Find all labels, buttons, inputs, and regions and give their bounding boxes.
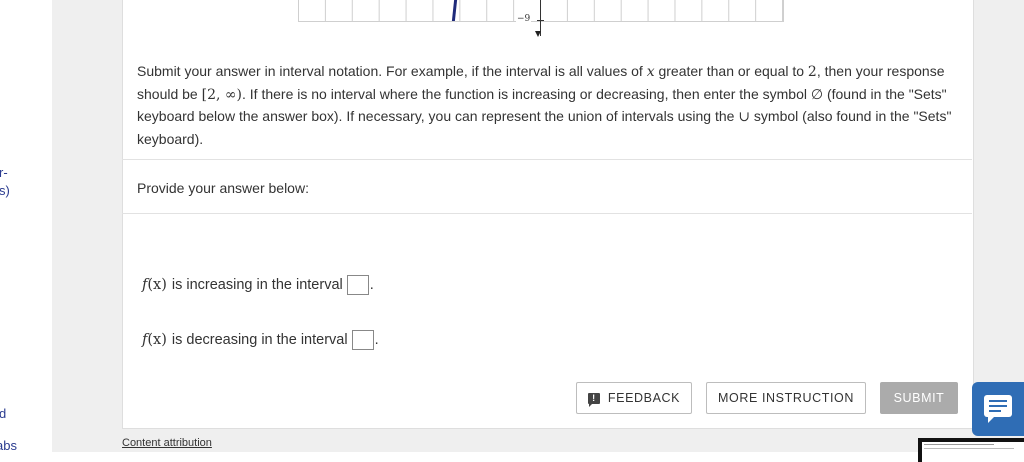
left-nav-panel: r- s) d abs <box>0 0 52 462</box>
nav-fragment[interactable]: s) <box>0 183 10 198</box>
chat-button[interactable] <box>972 382 1024 436</box>
function-arg: (x) <box>147 332 167 348</box>
period: . <box>369 277 374 293</box>
graph-grid <box>298 0 784 22</box>
y-axis-arrow-icon <box>535 31 541 37</box>
answer-prompt: Provide your answer below: <box>137 180 309 196</box>
more-instruction-button[interactable]: MORE INSTRUCTION <box>706 382 866 414</box>
nav-fragment[interactable]: abs <box>0 438 17 453</box>
example-interval: [2, ∞) <box>201 86 243 103</box>
thumbnail-page <box>922 442 1024 462</box>
section-divider <box>122 213 972 214</box>
decreasing-answer-row: f(x) is decreasing in the interval . <box>142 330 379 350</box>
more-instruction-label: MORE INSTRUCTION <box>718 391 854 405</box>
function-arg: (x) <box>147 277 167 293</box>
instructions-segment: . If there is no interval where the func… <box>242 85 811 102</box>
y-tick-label: −9 <box>516 14 532 24</box>
empty-set-symbol: ∅ <box>810 86 824 103</box>
content-attribution-link[interactable]: Content attribution <box>122 437 212 449</box>
bottom-strip <box>52 452 1024 462</box>
increasing-label: is increasing in the interval <box>171 277 343 293</box>
feedback-button[interactable]: ! FEEDBACK <box>576 382 692 414</box>
feedback-exclamation-icon: ! <box>587 392 600 407</box>
decreasing-interval-input[interactable] <box>351 330 374 350</box>
math-number: 2 <box>807 64 817 80</box>
function-label: f(x) <box>142 277 167 293</box>
increasing-interval-input[interactable] <box>346 275 369 295</box>
function-label: f(x) <box>142 332 167 348</box>
section-divider <box>122 159 972 160</box>
math-variable: x <box>646 64 655 80</box>
increasing-answer-row: f(x) is increasing in the interval . <box>142 275 374 295</box>
thumbnail-line <box>924 444 994 445</box>
instructions-segment: Submit your answer in interval notation.… <box>137 63 647 79</box>
nav-fragment[interactable]: r- <box>0 165 8 180</box>
instructions-segment: greater than or equal to <box>654 63 808 79</box>
chat-bubble-icon <box>984 395 1012 423</box>
feedback-button-label: FEEDBACK <box>607 391 681 405</box>
submit-label: SUBMIT <box>893 391 945 405</box>
period: . <box>374 332 379 348</box>
y-axis-tick <box>537 20 544 21</box>
submit-button[interactable]: SUBMIT <box>880 382 958 414</box>
union-symbol: ∪ <box>738 109 751 125</box>
decreasing-label: is decreasing in the interval <box>171 332 348 348</box>
instructions-text: Submit your answer in interval notation.… <box>137 61 952 150</box>
graph-remnant: −9 <box>298 0 784 37</box>
thumbnail-line <box>924 448 1014 449</box>
thumbnail-preview[interactable] <box>918 438 1024 462</box>
nav-fragment[interactable]: d <box>0 406 6 421</box>
